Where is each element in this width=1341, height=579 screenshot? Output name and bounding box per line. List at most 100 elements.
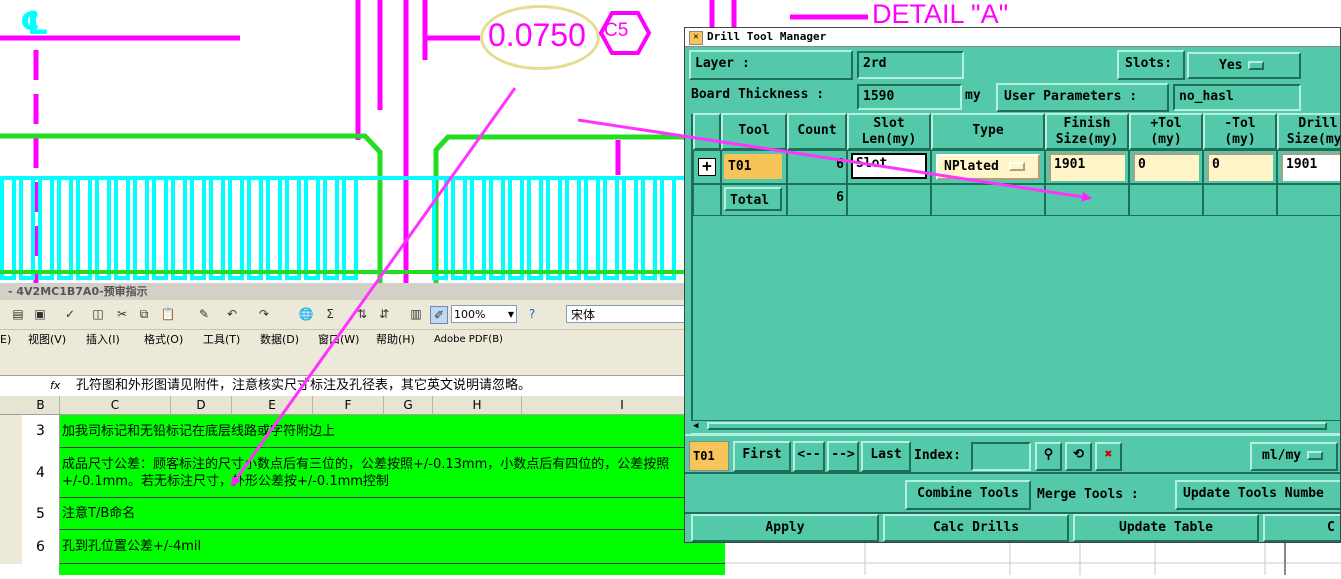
- finish-size-cell[interactable]: 1901: [1045, 150, 1129, 184]
- slot-len-field: Slot: [851, 153, 927, 179]
- sort-descending-icon[interactable]: ⇵: [376, 306, 392, 322]
- refresh-icon[interactable]: ⟲: [1065, 442, 1092, 471]
- column-header-finish-size[interactable]: Finish Size(my): [1045, 113, 1129, 150]
- layer-field[interactable]: 2rd: [857, 51, 964, 79]
- type-cell[interactable]: NPlated: [931, 150, 1045, 184]
- column-header-drill-size[interactable]: Drill Size(my): [1277, 113, 1341, 150]
- spelling-icon[interactable]: ✓: [62, 306, 78, 322]
- calc-drills-button[interactable]: Calc Drills: [883, 514, 1069, 542]
- column-header-plus-tol[interactable]: +Tol (my): [1129, 113, 1203, 150]
- menu-adobe-pdf[interactable]: Adobe PDF(B): [434, 329, 503, 351]
- type-value: NPlated: [944, 159, 999, 174]
- next-button[interactable]: -->: [827, 441, 859, 472]
- scrollbar-thumb[interactable]: [707, 422, 1327, 430]
- drill-size-header-text: Drill Size(my): [1286, 116, 1341, 147]
- undo-icon[interactable]: ↶: [224, 306, 240, 322]
- menu-data[interactable]: 数据(D): [260, 329, 299, 351]
- row-number[interactable]: 3: [22, 415, 60, 449]
- menu-view[interactable]: 视图(V): [28, 329, 66, 351]
- help-icon[interactable]: ?: [524, 306, 540, 322]
- drill-size-cell[interactable]: 1901: [1277, 150, 1340, 184]
- column-header[interactable]: B: [22, 396, 60, 414]
- board-thickness-field[interactable]: 1590: [857, 84, 962, 110]
- update-table-button[interactable]: Update Table: [1073, 514, 1259, 542]
- apply-button[interactable]: Apply: [691, 514, 879, 542]
- copy-icon[interactable]: ⧉: [136, 306, 152, 322]
- horizontal-scrollbar[interactable]: ◀: [691, 420, 1340, 434]
- minus-tol-cell[interactable]: 0: [1203, 150, 1277, 184]
- zoom-select[interactable]: 100% ▼: [451, 305, 517, 323]
- menu-item[interactable]: E): [0, 329, 11, 351]
- close-icon[interactable]: ✕: [689, 31, 703, 45]
- total-label: Total: [724, 187, 782, 211]
- prev-button[interactable]: <--: [793, 441, 825, 472]
- column-header-tool[interactable]: Tool: [721, 113, 787, 150]
- print-icon[interactable]: ▤: [10, 306, 26, 322]
- count-cell: 6: [787, 150, 847, 184]
- print-preview-icon[interactable]: ▣: [32, 306, 48, 322]
- research-icon[interactable]: ◫: [90, 306, 106, 322]
- row-number[interactable]: 5: [22, 498, 60, 531]
- column-header-slot-len[interactable]: Slot Len(my): [847, 113, 931, 150]
- plus-tol-cell[interactable]: 0: [1129, 150, 1203, 184]
- menu-window[interactable]: 窗口(W): [318, 329, 359, 351]
- format-painter-icon[interactable]: ✎: [196, 306, 212, 322]
- user-parameters-button[interactable]: User Parameters :: [996, 83, 1169, 112]
- menu-format[interactable]: 格式(O): [144, 329, 183, 351]
- column-header[interactable]: I: [522, 396, 690, 414]
- table-row: [0, 564, 725, 575]
- column-header-minus-tol[interactable]: -Tol (my): [1203, 113, 1277, 150]
- tool-cell[interactable]: T01: [721, 150, 787, 184]
- column-header-type[interactable]: Type: [931, 113, 1045, 150]
- slot-len-cell[interactable]: Slot: [847, 150, 931, 184]
- cyan-pad: [19, 176, 35, 280]
- hyperlink-icon[interactable]: 🌐: [298, 306, 314, 322]
- search-icon[interactable]: ⚲: [1035, 442, 1062, 471]
- total-cell: [931, 184, 1045, 216]
- redo-icon[interactable]: ↷: [256, 306, 272, 322]
- drawing-icon[interactable]: ✐: [430, 306, 448, 324]
- combine-tools-button[interactable]: Combine Tools: [905, 480, 1031, 510]
- sort-ascending-icon[interactable]: ⇅: [354, 306, 370, 322]
- column-header[interactable]: E: [232, 396, 313, 414]
- formula-bar[interactable]: fx 孔符图和外形图请见附件，注意核实尺寸标注及孔径表，其它英文说明请忽略。: [0, 375, 690, 396]
- update-tools-numbers-button[interactable]: Update Tools Numbe: [1175, 480, 1340, 510]
- units-select[interactable]: ml/my: [1250, 442, 1338, 471]
- cut-icon[interactable]: ✂: [114, 306, 130, 322]
- user-parameters-field[interactable]: no_hasl: [1173, 84, 1301, 111]
- cell-text[interactable]: 成品尺寸公差：顾客标注的尺寸小数点后有三位的，公差按照+/-0.13mm，小数点…: [60, 448, 725, 498]
- formula-text: 孔符图和外形图请见附件，注意核实尺寸标注及孔径表，其它英文说明请忽略。: [76, 378, 532, 393]
- plus-icon[interactable]: +: [698, 158, 716, 176]
- cell-text[interactable]: 孔到孔位置公差+/-4mil: [60, 530, 725, 564]
- fx-icon: fx: [50, 379, 61, 392]
- column-header[interactable]: D: [171, 396, 232, 414]
- column-header[interactable]: G: [384, 396, 433, 414]
- close-button[interactable]: C: [1263, 514, 1340, 542]
- dtm-title-bar[interactable]: ✕ Drill Tool Manager: [685, 28, 1340, 47]
- column-header[interactable]: H: [433, 396, 522, 414]
- chart-icon[interactable]: ▥: [408, 306, 424, 322]
- drill-tool-manager-window: ✕ Drill Tool Manager Layer : 2rd Slots: …: [684, 27, 1341, 543]
- row-number[interactable]: 4: [22, 448, 60, 499]
- last-button[interactable]: Last: [861, 441, 911, 472]
- slots-select[interactable]: Yes: [1187, 52, 1301, 79]
- menu-help[interactable]: 帮助(H): [376, 329, 415, 351]
- column-header[interactable]: F: [313, 396, 384, 414]
- font-select[interactable]: 宋体: [566, 305, 690, 323]
- autosum-icon[interactable]: Σ: [322, 306, 338, 322]
- cell-text[interactable]: 加我司标记和无铅标记在底层线路或字符附边上: [60, 415, 725, 448]
- delete-icon[interactable]: ✖: [1095, 442, 1122, 471]
- column-header[interactable]: C: [60, 396, 171, 414]
- board-thickness-label: Board Thickness :: [691, 87, 825, 102]
- cell-text[interactable]: 注意T/B命名: [60, 498, 725, 530]
- menu-tools[interactable]: 工具(T): [203, 329, 240, 351]
- paste-icon[interactable]: 📋: [160, 306, 176, 322]
- column-header-count[interactable]: Count: [787, 113, 847, 150]
- index-field[interactable]: [971, 442, 1031, 471]
- option-menu-icon: [1248, 61, 1265, 70]
- first-button[interactable]: First: [733, 441, 791, 472]
- menu-insert[interactable]: 插入(I): [86, 329, 120, 351]
- cyan-pad: [266, 176, 282, 280]
- row-number[interactable]: 6: [22, 530, 60, 565]
- scroll-left-icon[interactable]: ◀: [693, 421, 698, 432]
